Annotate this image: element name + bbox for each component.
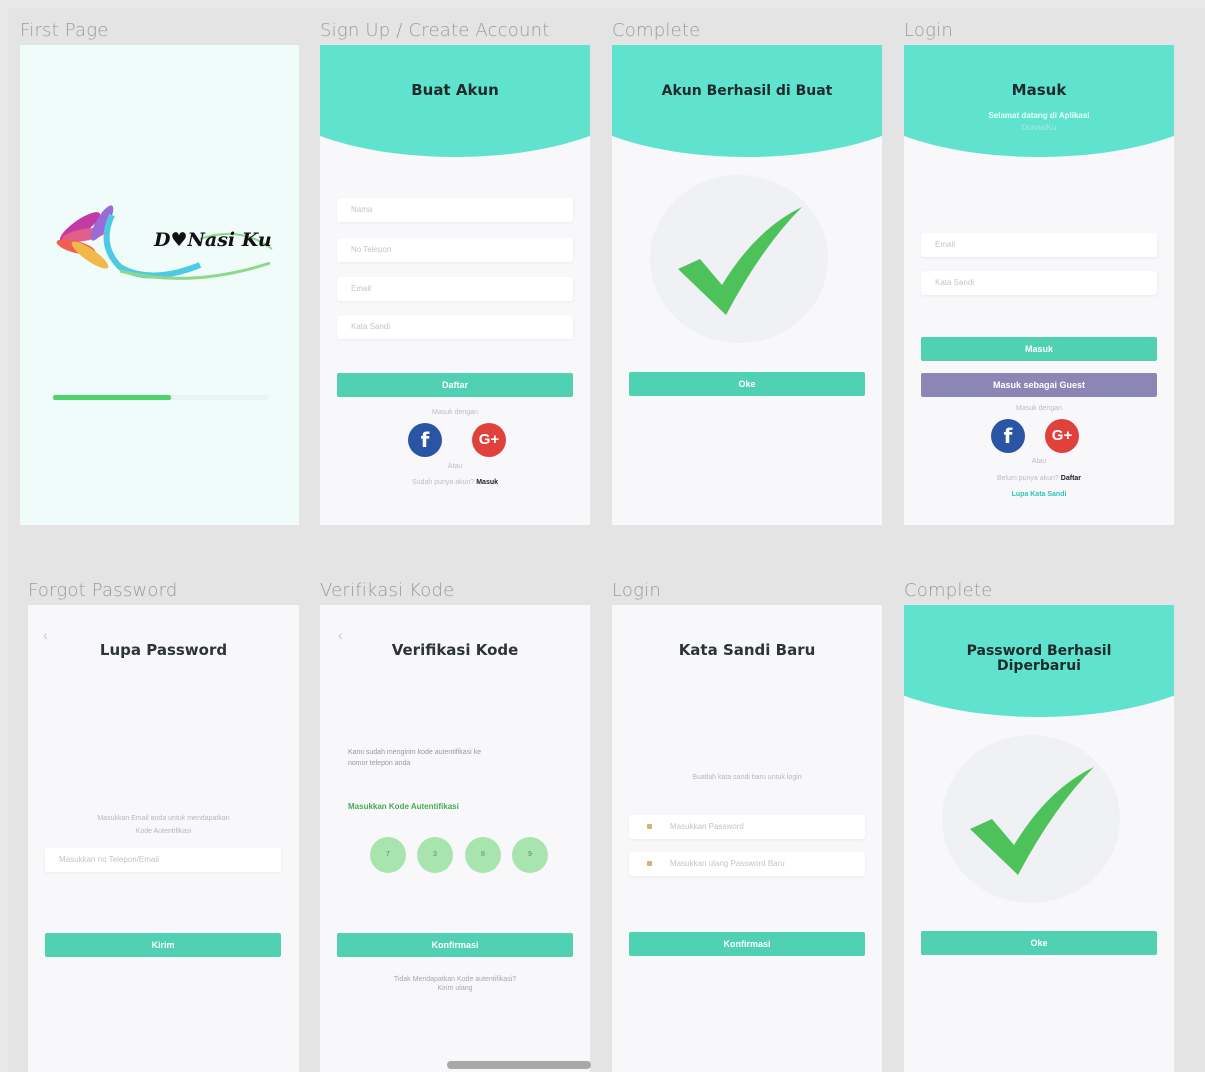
code-digit-2[interactable]: 3 xyxy=(417,837,453,873)
signup-footer: Sudah punya akun? Masuk xyxy=(320,479,590,486)
app-name-text: DonasiKu xyxy=(1021,123,1057,132)
screen-complete-account: Akun Berhasil di Buat Oke xyxy=(612,45,882,525)
new-password-instruction: Buatlah kata sandi baru untuk login xyxy=(692,774,802,781)
lock-icon xyxy=(647,824,652,830)
frame-label-login-2[interactable]: Login xyxy=(612,580,661,601)
frame-label-complete-2[interactable]: Complete xyxy=(904,580,992,601)
frame-label-complete[interactable]: Complete xyxy=(612,20,700,41)
page-title: Masuk xyxy=(1011,81,1067,99)
phone-email-field[interactable]: Masukkan no Telepon/Email xyxy=(45,848,281,872)
password-field[interactable]: Kata Sandi xyxy=(921,271,1157,295)
screen-complete-password: Password Berhasil Diperbarui Oke xyxy=(904,605,1174,1072)
frame-label-login[interactable]: Login xyxy=(904,20,953,41)
screen-verify-code: ‹ Verifikasi Kode Kami sudah mengirim ko… xyxy=(320,605,590,1072)
page-title: Verifikasi Kode xyxy=(391,641,519,659)
ok-button[interactable]: Oke xyxy=(629,372,865,396)
welcome-text: Selamat datang di Aplikasi xyxy=(988,111,1090,120)
checkmark-icon xyxy=(970,767,1094,875)
facebook-icon[interactable]: f xyxy=(408,423,442,457)
login-footer: Belum punya akun? Daftar xyxy=(904,475,1174,482)
or-text: Atau xyxy=(1031,458,1047,465)
have-account-text: Sudah punya akun? xyxy=(411,479,475,486)
google-plus-icon[interactable]: G+ xyxy=(1045,419,1079,453)
register-button[interactable]: Daftar xyxy=(337,373,573,397)
no-account-text: Belum punya akun? xyxy=(996,475,1059,482)
success-badge xyxy=(650,175,828,343)
sent-code-line-2: nomor telepon anda xyxy=(348,760,411,767)
confirm-password-placeholder: Masukkan ulang Password Baru xyxy=(670,859,785,868)
code-label: Masukkan Kode Autentifikasi xyxy=(348,802,459,811)
success-badge xyxy=(942,735,1120,903)
loading-progress-bar xyxy=(53,395,268,400)
password-field[interactable]: Kata Sandi xyxy=(337,315,573,339)
login-with-text: Masuk dengan xyxy=(432,409,478,416)
login-link[interactable]: Masuk xyxy=(476,479,498,486)
instruction-line-2: Kode Autentifikasi xyxy=(135,828,192,835)
page-title: Buat Akun xyxy=(411,81,499,99)
send-button[interactable]: Kirim xyxy=(45,933,281,957)
lock-icon xyxy=(647,861,652,867)
new-password-placeholder: Masukkan Password xyxy=(670,822,744,831)
instruction-line-1: Masukkan Email anda untuk mendapatkan xyxy=(97,815,230,822)
login-button[interactable]: Masuk xyxy=(921,337,1157,361)
page-title-line-1: Password Berhasil xyxy=(966,643,1112,659)
frame-label-verify[interactable]: Verifikasi Kode xyxy=(320,580,454,601)
email-field[interactable]: Email xyxy=(337,277,573,301)
phone-field[interactable]: No Telepon xyxy=(337,238,573,262)
register-link[interactable]: Daftar xyxy=(1061,475,1081,482)
screen-first-page: D♥Nasi Ku xyxy=(20,45,299,525)
page-title: Kata Sandi Baru xyxy=(678,641,816,659)
guest-login-button[interactable]: Masuk sebagai Guest xyxy=(921,373,1157,397)
google-plus-icon[interactable]: G+ xyxy=(472,423,506,457)
brand-name: D♥Nasi Ku xyxy=(154,229,272,251)
facebook-icon[interactable]: f xyxy=(991,419,1025,453)
loading-progress-fill xyxy=(53,395,172,400)
header-wave xyxy=(904,45,1174,157)
checkmark-icon xyxy=(678,207,802,315)
ok-button[interactable]: Oke xyxy=(921,931,1157,955)
email-field[interactable]: Email xyxy=(921,233,1157,257)
frame-label-forgot[interactable]: Forgot Password xyxy=(28,580,177,601)
screen-new-password: Kata Sandi Baru Buatlah kata sandi baru … xyxy=(612,605,882,1072)
screen-forgot-password: ‹ Lupa Password Masukkan Email anda untu… xyxy=(28,605,299,1072)
header-wave xyxy=(612,45,882,157)
sent-code-line-1: Kami sudah mengirim kode autentifikasi k… xyxy=(348,749,482,756)
or-text: Atau xyxy=(447,463,463,470)
confirm-password-field[interactable]: Masukkan ulang Password Baru xyxy=(629,852,865,876)
name-field[interactable]: Nama xyxy=(337,198,573,222)
code-digit-1[interactable]: 7 xyxy=(370,837,406,873)
code-digit-4[interactable]: 9 xyxy=(512,837,548,873)
page-title: Akun Berhasil di Buat xyxy=(661,83,833,99)
no-code-text: Tidak Mendapatkan Kode autentifikasi? xyxy=(393,976,517,983)
confirm-button[interactable]: Konfirmasi xyxy=(629,932,865,956)
header-wave xyxy=(320,45,590,157)
code-digit-3[interactable]: 8 xyxy=(465,837,501,873)
screen-login: Masuk Selamat datang di Aplikasi DonasiK… xyxy=(904,45,1174,525)
page-title: Lupa Password xyxy=(99,641,228,659)
frame-label-signup[interactable]: Sign Up / Create Account xyxy=(320,20,549,41)
brand-logo: D♥Nasi Ku xyxy=(50,205,280,285)
confirm-button[interactable]: Konfirmasi xyxy=(337,933,573,957)
frame-label-first-page[interactable]: First Page xyxy=(20,20,109,41)
forgot-password-link[interactable]: Lupa Kata Sandi xyxy=(904,491,1174,498)
login-with-text: Masuk dengan xyxy=(1016,405,1062,412)
horizontal-scrollbar[interactable] xyxy=(447,1061,591,1069)
new-password-field[interactable]: Masukkan Password xyxy=(629,815,865,839)
screen-signup: Buat Akun Nama No Telepon Email Kata San… xyxy=(320,45,590,525)
resend-link[interactable]: Kirim ulang xyxy=(320,985,590,992)
page-title-line-2: Diperbarui xyxy=(997,658,1081,674)
